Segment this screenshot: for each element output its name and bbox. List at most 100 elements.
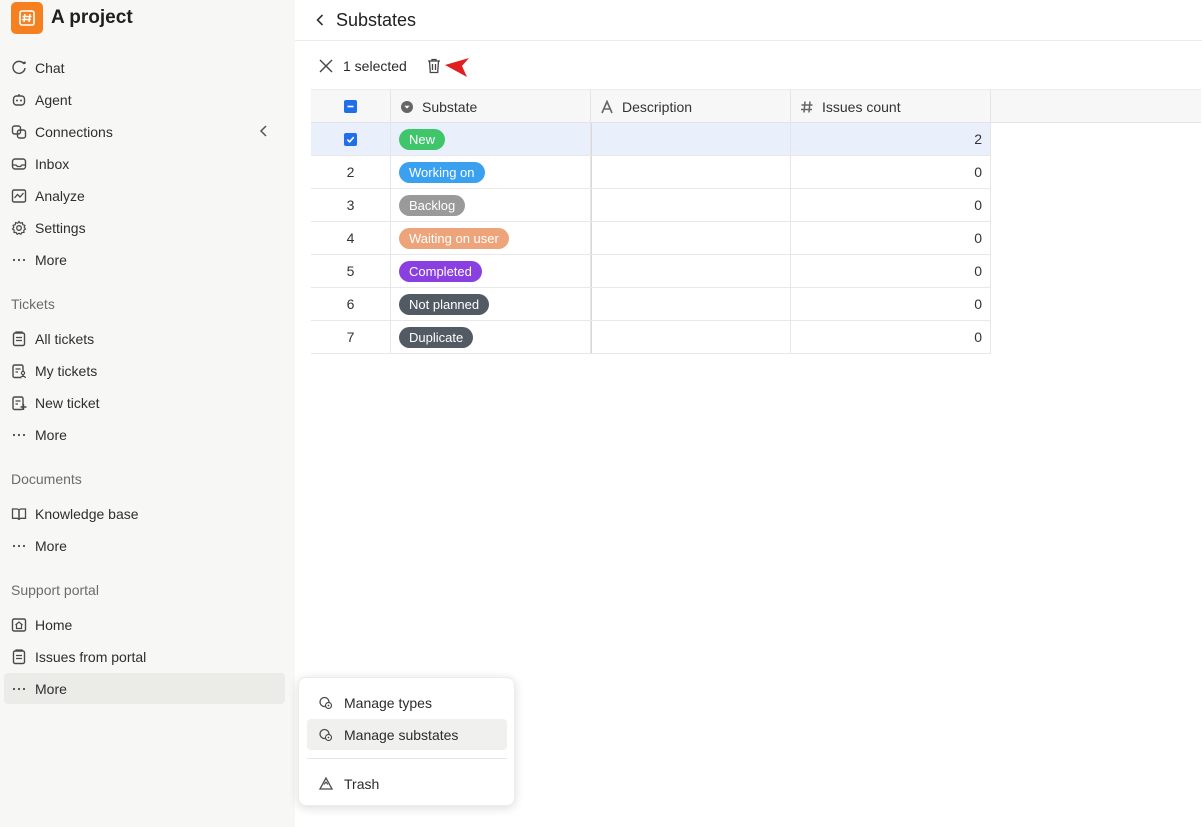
sidebar-item-label: Knowledge base <box>35 505 139 522</box>
sidebar-item-chat[interactable]: Chat <box>4 52 285 83</box>
column-header-issues-count[interactable]: Issues count <box>791 90 991 123</box>
row-index: 5 <box>311 255 391 287</box>
description-cell[interactable] <box>591 222 791 254</box>
trash-recycle-icon <box>318 776 334 792</box>
sidebar-item-label: My tickets <box>35 362 98 379</box>
sidebar-item-portal-more[interactable]: More <box>4 673 285 704</box>
substate-cell[interactable]: Not planned <box>391 288 591 320</box>
sidebar-item-label: Chat <box>35 59 65 76</box>
chat-icon <box>11 60 27 76</box>
column-header-substate[interactable]: Substate <box>391 90 591 123</box>
row-index: 6 <box>311 288 391 320</box>
substate-pill: Working on <box>399 161 485 183</box>
description-cell[interactable] <box>591 156 791 188</box>
more-icon <box>11 427 27 443</box>
table-row[interactable]: 3 Backlog 0 <box>311 189 991 222</box>
description-cell[interactable] <box>591 189 791 221</box>
table-row[interactable]: New 2 <box>311 123 991 156</box>
annotation-arrow-pointer <box>445 58 469 77</box>
clear-selection-close-icon[interactable] <box>317 57 335 75</box>
column-header-label: Issues count <box>822 98 901 115</box>
table-header: Substate Description Issues count <box>311 89 1201 123</box>
back-chevron-icon[interactable] <box>313 13 327 27</box>
list-icon <box>11 648 27 665</box>
new-list-icon <box>11 395 27 411</box>
sidebar-item-my-tickets[interactable]: My tickets <box>4 355 285 386</box>
more-dropdown-menu: Manage types Manage substates Trash <box>298 677 515 806</box>
substate-pill: Backlog <box>399 194 466 216</box>
sidebar-item-inbox[interactable]: Inbox <box>4 148 285 179</box>
more-icon <box>11 252 27 268</box>
substates-table: Substate Description Issues count New 2 <box>311 89 1201 354</box>
text-type-icon <box>600 99 614 114</box>
column-header-label: Description <box>622 98 693 115</box>
table-row[interactable]: 5 Completed 0 <box>311 255 991 288</box>
sidebar-item-label: More <box>35 680 67 697</box>
manage-substates-icon <box>318 727 334 743</box>
column-header-description[interactable]: Description <box>591 90 791 123</box>
sidebar-item-tickets-more[interactable]: More <box>4 419 285 450</box>
sidebar: A project Chat Agent Connections Inbox A… <box>0 0 295 827</box>
row-index: 4 <box>311 222 391 254</box>
sidebar-item-label: Home <box>35 616 73 633</box>
table-body: New 2 2 Working on 0 3 Backlog 0 4 Waiti… <box>311 123 1201 354</box>
header-select-all[interactable] <box>311 90 391 123</box>
table-row[interactable]: 6 Not planned 0 <box>311 288 991 321</box>
sidebar-item-settings[interactable]: Settings <box>4 212 285 243</box>
substate-cell[interactable]: Waiting on user <box>391 222 591 254</box>
sidebar-item-new-ticket[interactable]: New ticket <box>4 387 285 418</box>
row-checkbox-cell[interactable] <box>311 123 391 155</box>
sidebar-item-documents-more[interactable]: More <box>4 530 285 561</box>
sidebar-item-analyze[interactable]: Analyze <box>4 180 285 211</box>
connections-icon <box>11 124 27 140</box>
menu-item-label: Manage substates <box>344 726 459 743</box>
menu-item-label: Trash <box>344 775 380 792</box>
sidebar-item-issues-from-portal[interactable]: Issues from portal <box>4 641 285 672</box>
sidebar-item-label: Agent <box>35 91 72 108</box>
description-cell[interactable] <box>591 288 791 320</box>
description-cell[interactable] <box>591 123 791 155</box>
sidebar-item-label: Connections <box>35 123 113 140</box>
sidebar-item-all-tickets[interactable]: All tickets <box>4 323 285 354</box>
collapse-chevron-icon[interactable] <box>257 124 271 138</box>
sidebar-item-agent[interactable]: Agent <box>4 84 285 115</box>
row-index: 7 <box>311 321 391 353</box>
issues-count-cell: 0 <box>791 288 991 320</box>
dropdown-circle-icon <box>400 100 414 114</box>
substate-cell[interactable]: Working on <box>391 156 591 188</box>
agent-icon <box>11 92 27 108</box>
sidebar-item-label: Settings <box>35 219 86 236</box>
sidebar-item-connections[interactable]: Connections <box>4 116 285 147</box>
sidebar-item-more[interactable]: More <box>4 244 285 275</box>
table-row[interactable]: 2 Working on 0 <box>311 156 991 189</box>
substate-pill: Completed <box>399 260 482 282</box>
row-checkbox-checked[interactable] <box>344 132 357 146</box>
description-cell[interactable] <box>591 321 791 353</box>
menu-item-trash[interactable]: Trash <box>307 768 507 799</box>
menu-item-label: Manage types <box>344 694 432 711</box>
substate-cell[interactable]: Duplicate <box>391 321 591 353</box>
page-header: Substates <box>295 0 1202 41</box>
sidebar-item-label: Issues from portal <box>35 648 147 665</box>
select-all-checkbox[interactable] <box>344 100 357 113</box>
substate-cell[interactable]: New <box>391 123 591 155</box>
menu-item-manage-types[interactable]: Manage types <box>307 687 507 718</box>
sidebar-item-knowledge-base[interactable]: Knowledge base <box>4 498 285 529</box>
menu-item-manage-substates[interactable]: Manage substates <box>307 719 507 750</box>
selected-count: 1 selected <box>343 58 407 74</box>
section-title-tickets: Tickets <box>11 296 55 312</box>
sidebar-item-label: More <box>35 251 67 268</box>
substate-pill: Duplicate <box>399 326 474 348</box>
delete-trash-icon[interactable] <box>425 57 443 75</box>
table-row[interactable]: 4 Waiting on user 0 <box>311 222 991 255</box>
list-icon <box>11 330 27 347</box>
sidebar-item-label: Inbox <box>35 155 70 172</box>
substate-cell[interactable]: Completed <box>391 255 591 287</box>
description-cell[interactable] <box>591 255 791 287</box>
project-header[interactable]: A project <box>0 0 295 36</box>
table-row[interactable]: 7 Duplicate 0 <box>311 321 991 354</box>
sidebar-item-home[interactable]: Home <box>4 609 285 640</box>
substate-cell[interactable]: Backlog <box>391 189 591 221</box>
manage-types-icon <box>318 695 334 711</box>
sidebar-item-label: All tickets <box>35 330 95 347</box>
